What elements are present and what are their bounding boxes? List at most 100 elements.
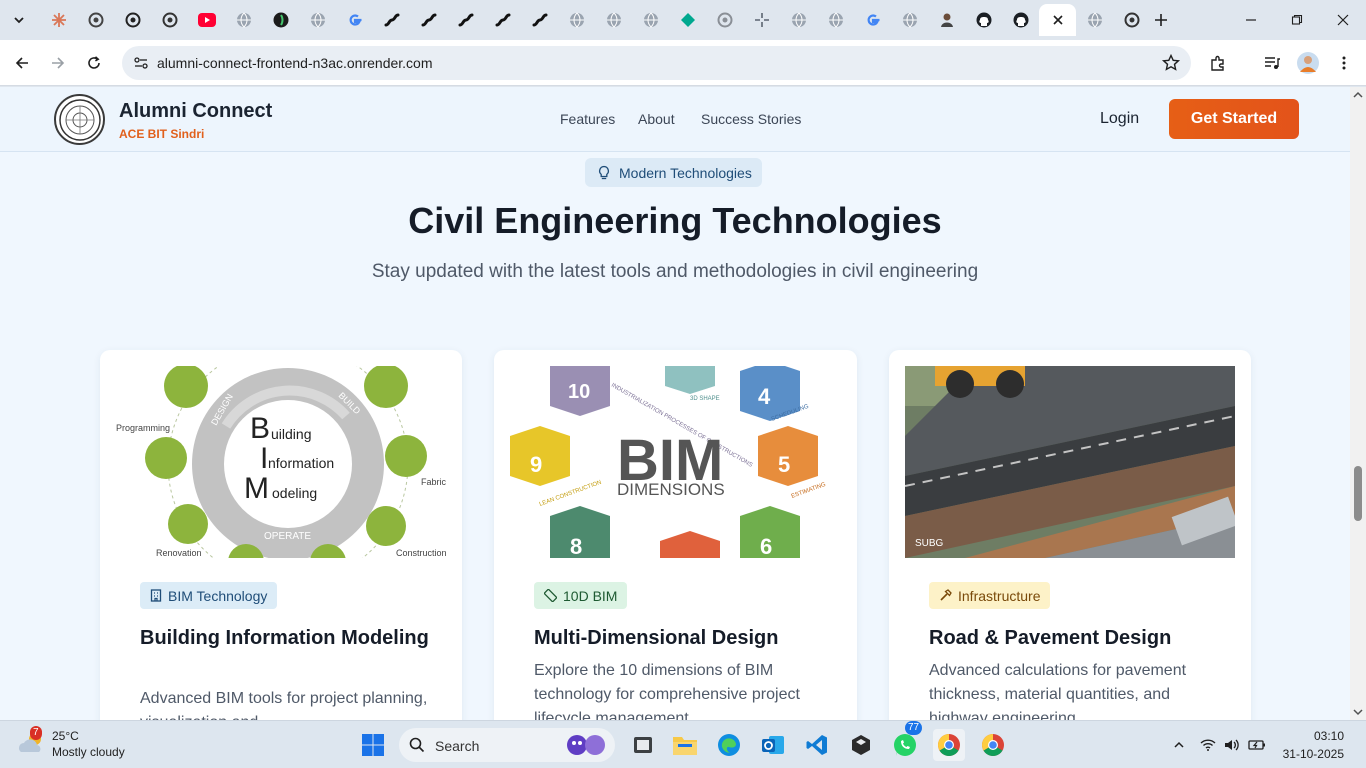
chrome-app-active[interactable] [933,729,965,761]
nav-about[interactable]: About [638,111,675,127]
svg-text:odeling: odeling [272,485,317,501]
browser-tab[interactable] [743,4,780,36]
globe-icon [569,12,584,28]
browser-tab[interactable] [928,4,965,36]
label-programming: Programming [116,423,170,433]
weather-widget[interactable]: 7 25°C Mostly cloudy [16,726,125,763]
vscode-icon [806,735,827,755]
card-title: Multi-Dimensional Design [534,627,779,649]
browser-tab[interactable] [558,4,595,36]
terminal-app[interactable] [845,729,877,761]
browser-tab[interactable] [1113,4,1150,36]
new-tab-button[interactable] [1150,9,1172,31]
site-header: Alumni Connect ACE BIT Sindri Features A… [0,87,1350,152]
browser-tab[interactable] [262,4,299,36]
browser-tab[interactable] [706,4,743,36]
taskbar-search[interactable]: Search [399,728,615,762]
browser-tab[interactable] [151,4,188,36]
file-explorer-app[interactable] [669,729,701,761]
diamond-icon [680,13,695,27]
browser-tab[interactable] [225,4,262,36]
section-title: Civil Engineering Technologies [408,200,942,241]
browser-tab[interactable] [1002,4,1039,36]
whatsapp-app[interactable]: 77 [889,721,923,761]
restore-button[interactable] [1274,0,1320,40]
browser-tab[interactable] [410,4,447,36]
browser-tab[interactable] [373,4,410,36]
pavement-label: SUBG [915,538,944,549]
svg-text:B: B [250,412,270,445]
media-queue-icon [1265,57,1280,69]
minimize-button[interactable] [1228,0,1274,40]
battery-charging-icon [1248,740,1265,750]
tech-card-road-pavement[interactable]: SUBG Infrastructure Road & Pavement Desi… [889,350,1251,720]
tech-card-bim[interactable]: DESIGN BUILD OPERATE B uilding I nformat… [100,350,462,720]
cube-4: 4 [758,384,771,409]
scrollbar-thumb[interactable] [1354,466,1362,521]
card-description: Advanced BIM tools for project planning,… [140,690,428,720]
site-settings-icon[interactable] [130,52,152,74]
browser-tab[interactable] [595,4,632,36]
nav-features[interactable]: Features [560,111,615,127]
web-page: Alumni Connect ACE BIT Sindri Features A… [0,87,1350,720]
section-subtitle: Stay updated with the latest tools and m… [371,261,979,282]
active-tab[interactable] [1039,4,1076,36]
system-tray-status[interactable] [1197,729,1269,761]
browser-tab[interactable] [669,4,706,36]
start-button[interactable] [357,729,389,761]
extensions-button[interactable] [1204,49,1232,77]
tech-card-10d-bim[interactable]: 10 INDUSTRIALIZATION PROCESSES OF CONSTR… [494,350,857,720]
globe-icon [791,12,806,28]
browser-tab[interactable] [817,4,854,36]
task-view-button[interactable] [627,729,659,761]
bookmark-star-icon[interactable] [1161,53,1181,73]
browser-tab[interactable] [632,4,669,36]
nav-success-stories[interactable]: Success Stories [701,111,801,127]
browser-tab[interactable] [40,4,77,36]
volume-icon [1225,739,1239,751]
show-hidden-icons-button[interactable] [1164,729,1194,761]
browser-tab[interactable] [188,4,225,36]
browser-tab[interactable] [891,4,928,36]
browser-tab[interactable] [447,4,484,36]
outlook-icon [762,736,784,754]
edge-app[interactable] [713,729,745,761]
media-controls-button[interactable] [1258,49,1286,77]
browser-tab[interactable] [780,4,817,36]
clock[interactable]: 03:10 31-10-2025 [1283,727,1344,763]
login-link[interactable]: Login [1100,110,1139,128]
browser-tab[interactable] [521,4,558,36]
squiggle-icon [421,13,436,27]
browser-tab[interactable] [114,4,151,36]
reload-button[interactable] [80,49,108,77]
card-tag: BIM Technology [140,582,278,609]
vscode-app[interactable] [801,729,833,761]
brand-title[interactable]: Alumni Connect [119,100,272,123]
claude-icon [51,13,66,27]
chrome-profile-app[interactable] [977,729,1009,761]
forward-button[interactable] [44,49,72,77]
profile-button[interactable] [1294,49,1322,77]
browser-tab[interactable] [854,4,891,36]
browser-menu-button[interactable] [1330,49,1358,77]
browser-tab[interactable] [336,4,373,36]
browser-tab[interactable] [77,4,114,36]
puzzle-icon [1211,55,1224,71]
close-window-button[interactable] [1320,0,1366,40]
weather-temp: 25°C [52,729,79,743]
browser-tab[interactable] [1076,4,1113,36]
bim-subtitle: DIMENSIONS [617,480,725,499]
outlook-app[interactable] [757,729,789,761]
college-logo[interactable] [54,94,105,145]
get-started-button[interactable]: Get Started [1169,99,1299,139]
scroll-down-icon[interactable] [1353,707,1363,717]
browser-tab[interactable] [299,4,336,36]
browser-tab[interactable] [484,4,521,36]
tab-search-button[interactable] [6,8,32,32]
back-button[interactable] [8,49,36,77]
address-bar[interactable]: alumni-connect-frontend-n3ac.onrender.co… [122,46,1191,80]
page-scrollbar[interactable] [1350,87,1366,720]
browser-tab[interactable] [965,4,1002,36]
scroll-up-icon[interactable] [1353,90,1363,100]
cube-9: 9 [530,452,542,477]
